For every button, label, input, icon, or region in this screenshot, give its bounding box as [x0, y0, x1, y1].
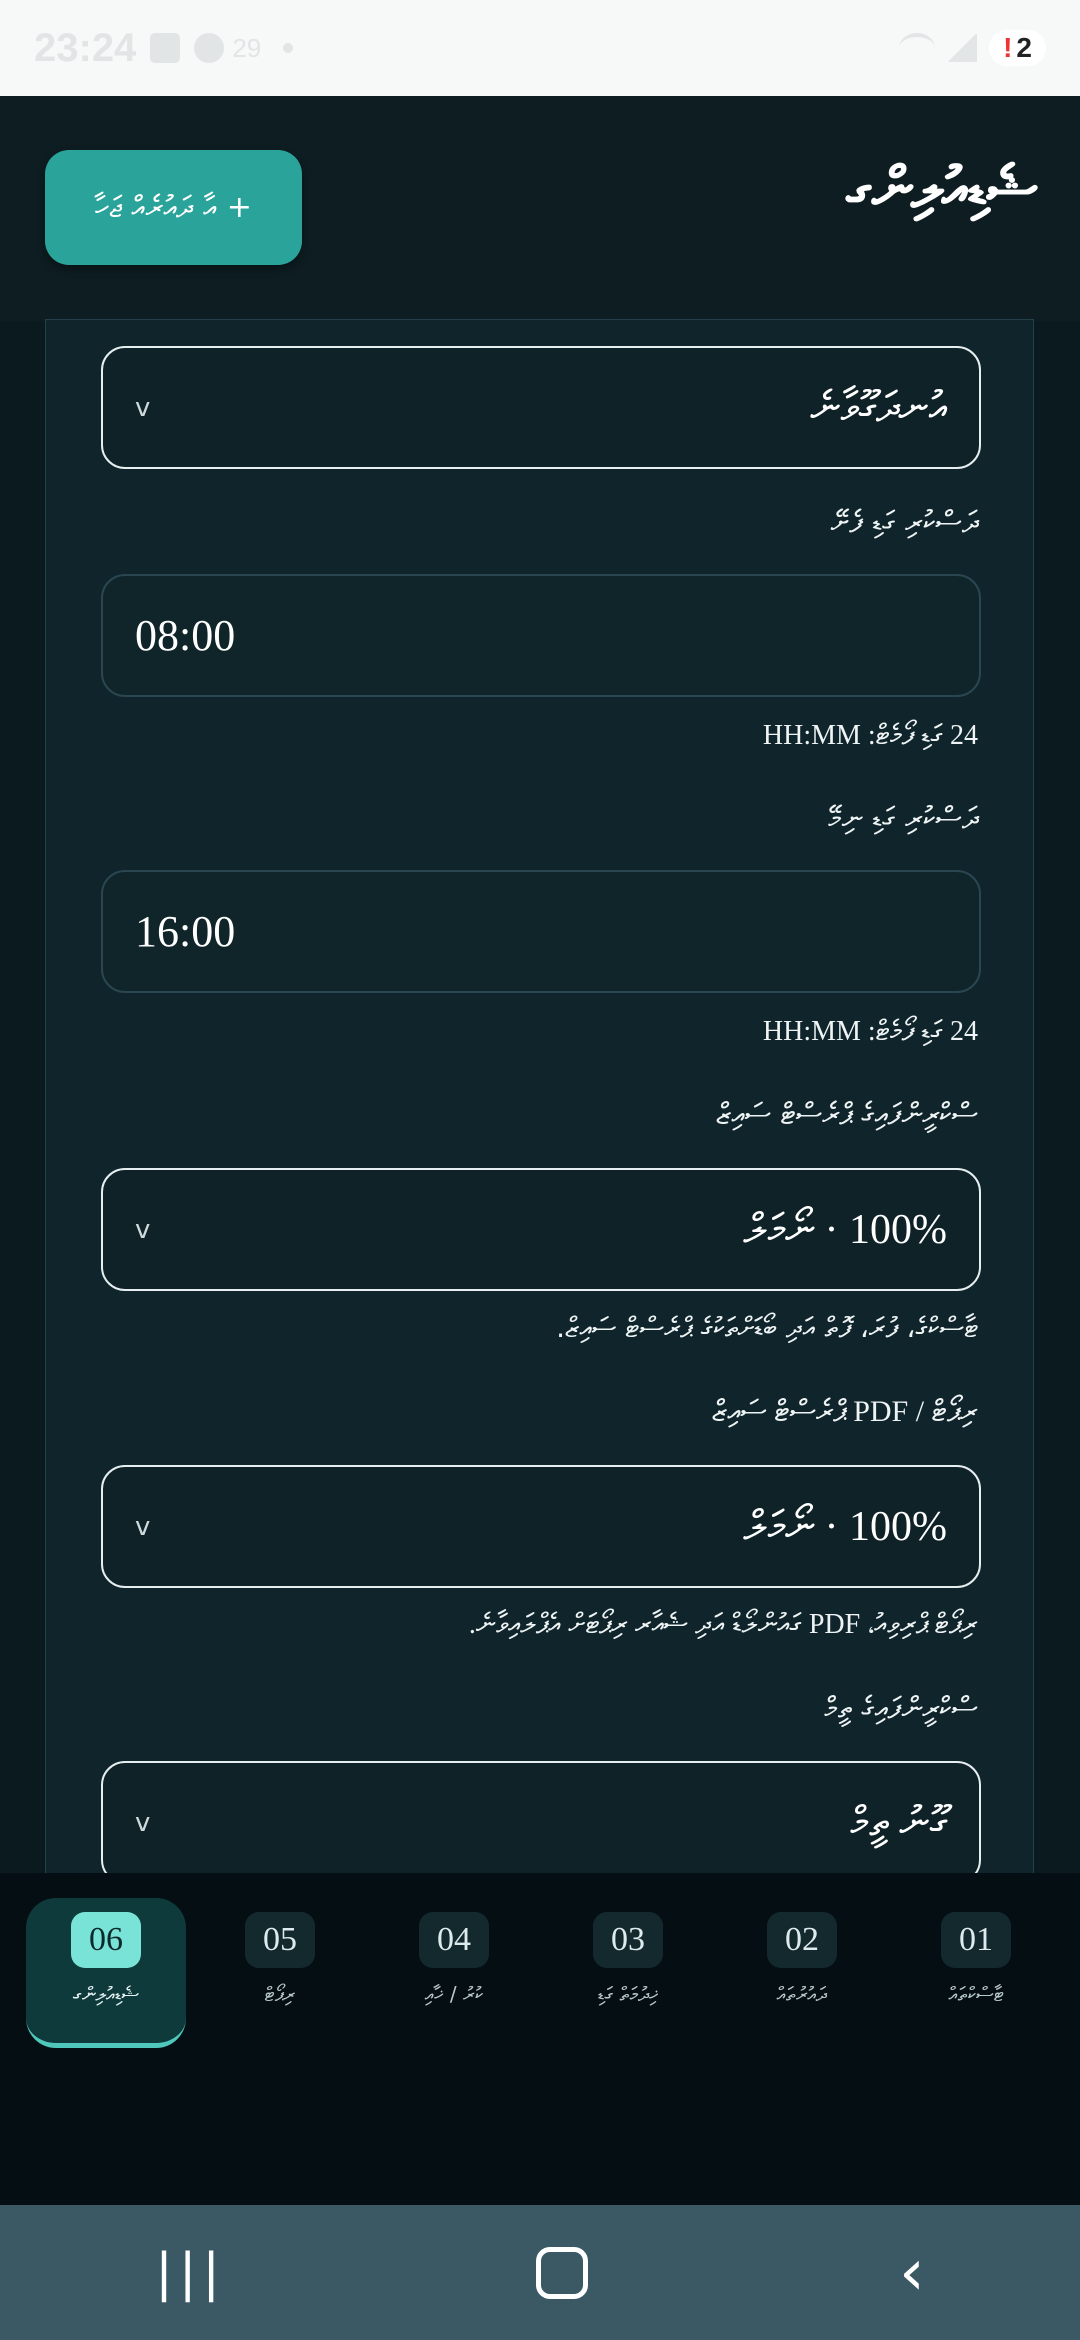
pdf-scale-label: ރިޕޯޓް / PDF ޕްރެސްޓް ސައިޒް	[711, 1395, 978, 1428]
theme-label: ސްކްރީންފައިގެ ތީމް	[824, 1691, 978, 1726]
chevron-down-icon: v	[135, 392, 151, 423]
step-number: 06	[71, 1912, 141, 1968]
back-icon[interactable]: ‹	[899, 2236, 925, 2310]
end-time-help: 24 ގަޑި ފޯމެޓް: HH:MM	[762, 1016, 978, 1047]
step-number: 05	[245, 1912, 315, 1968]
alert-icon: !	[1003, 32, 1013, 63]
wifi-icon	[899, 33, 936, 63]
pdf-scale-select[interactable]: 100% · ނޯމަލް v	[101, 1465, 981, 1588]
theme-value: ގޫނު ތީމް	[850, 1799, 947, 1846]
step-tab-01[interactable]: 01 ޓާސްކްތައް	[896, 1898, 1056, 2048]
step-number: 01	[941, 1912, 1011, 1968]
start-time-input[interactable]: 08:00	[101, 574, 981, 697]
pdf-scale-help: ރިޕޯޓް ޕްރިވިއު، PDF ގައުންލޯޑް އަދި ޝެއ…	[468, 1609, 978, 1640]
start-time-label: ދަސްކުރި ގަޑި ފެށޭ	[830, 505, 978, 540]
add-shift-button[interactable]: + އާ ދައުރެއް ޖަހާ	[45, 150, 302, 265]
screen-scale-value: 100% · ނޯމަލް	[743, 1206, 947, 1253]
pdf-scale-value: 100% · ނޯމަލް	[743, 1503, 947, 1550]
start-time-value: 08:00	[135, 611, 236, 660]
chevron-down-icon: v	[135, 1214, 151, 1245]
start-time-help: 24 ގަޑި ފޯމެޓް: HH:MM	[762, 720, 978, 751]
screen-scale-label: ސްކްރީންފައިގެ ޕްރެސްޓް ސައިޒް	[715, 1097, 978, 1132]
step-label: ކުރު / ޚާއި	[424, 1982, 484, 2006]
screen-scale-select[interactable]: 100% · ނޯމަލް v	[101, 1168, 981, 1291]
app-notification-icon	[150, 33, 181, 63]
notification-count: 2	[1016, 32, 1032, 63]
status-bar: 23:24 29 ! 2	[0, 0, 1080, 96]
step-navigation: 06 ޝެޑިއުލިންގ 05 ރިޕޯޓް 04 ކުރު / ޚާއި …	[0, 1873, 1080, 2205]
theme-select[interactable]: ގޫނު ތީމް v	[101, 1761, 981, 1874]
step-number: 02	[767, 1912, 837, 1968]
end-time-value: 16:00	[135, 907, 236, 956]
chevron-down-icon: v	[135, 1807, 151, 1838]
dot-icon	[283, 43, 294, 53]
header: ޝެޑިއުލިންގ + އާ ދައުރެއް ޖަހާ	[0, 96, 1080, 321]
page-title: ޝެޑިއުލިންގ	[846, 154, 1038, 222]
step-label: ޓާސްކްތައް	[948, 1982, 1004, 2006]
step-number: 04	[419, 1912, 489, 1968]
end-time-input[interactable]: 16:00	[101, 870, 981, 993]
step-label: ޝެޑިއުލިންގ	[72, 1982, 140, 2006]
step-tab-04[interactable]: 04 ކުރު / ޚާއި	[374, 1898, 534, 2048]
step-label: ރިޕޯޓް	[264, 1982, 296, 2006]
system-nav-bar: ||| ‹	[0, 2205, 1080, 2340]
step-label: ދައުރުތައް	[776, 1982, 828, 2006]
settings-panel: އުނދަގޫވާނެ v ދަސްކުރި ގަޑި ފެށޭ 08:00 2…	[45, 319, 1034, 1875]
signal-icon	[947, 34, 978, 62]
weather-icon	[194, 33, 225, 63]
screen-scale-help: ޓާސްކްގެ، ފުރަ، ފޮތް އަދި ބޯޑަށްތަކުގެ ޕ…	[556, 1311, 978, 1344]
recent-apps-icon[interactable]: |||	[155, 2243, 226, 2303]
difficulty-select[interactable]: އުނދަގޫވާނެ v	[101, 346, 981, 469]
step-tab-06[interactable]: 06 ޝެޑިއުލިންގ	[26, 1898, 186, 2048]
notification-badge: ! 2	[989, 30, 1046, 66]
step-number: 03	[593, 1912, 663, 1968]
difficulty-select-value: އުނދަގޫވާނެ	[810, 384, 947, 431]
step-tab-02[interactable]: 02 ދައުރުތައް	[722, 1898, 882, 2048]
step-label: ޚިދުމަތް ގަޑި	[597, 1982, 659, 2006]
end-time-label: ދަސްކުރި ގަޑި ނިމޭ	[828, 801, 978, 836]
status-time: 23:24	[34, 25, 137, 70]
status-temperature: 29	[232, 32, 262, 63]
chevron-down-icon: v	[135, 1511, 151, 1542]
home-icon[interactable]	[536, 2246, 589, 2299]
step-tab-03[interactable]: 03 ޚިދުމަތް ގަޑި	[548, 1898, 708, 2048]
step-tab-05[interactable]: 05 ރިޕޯޓް	[200, 1898, 360, 2048]
